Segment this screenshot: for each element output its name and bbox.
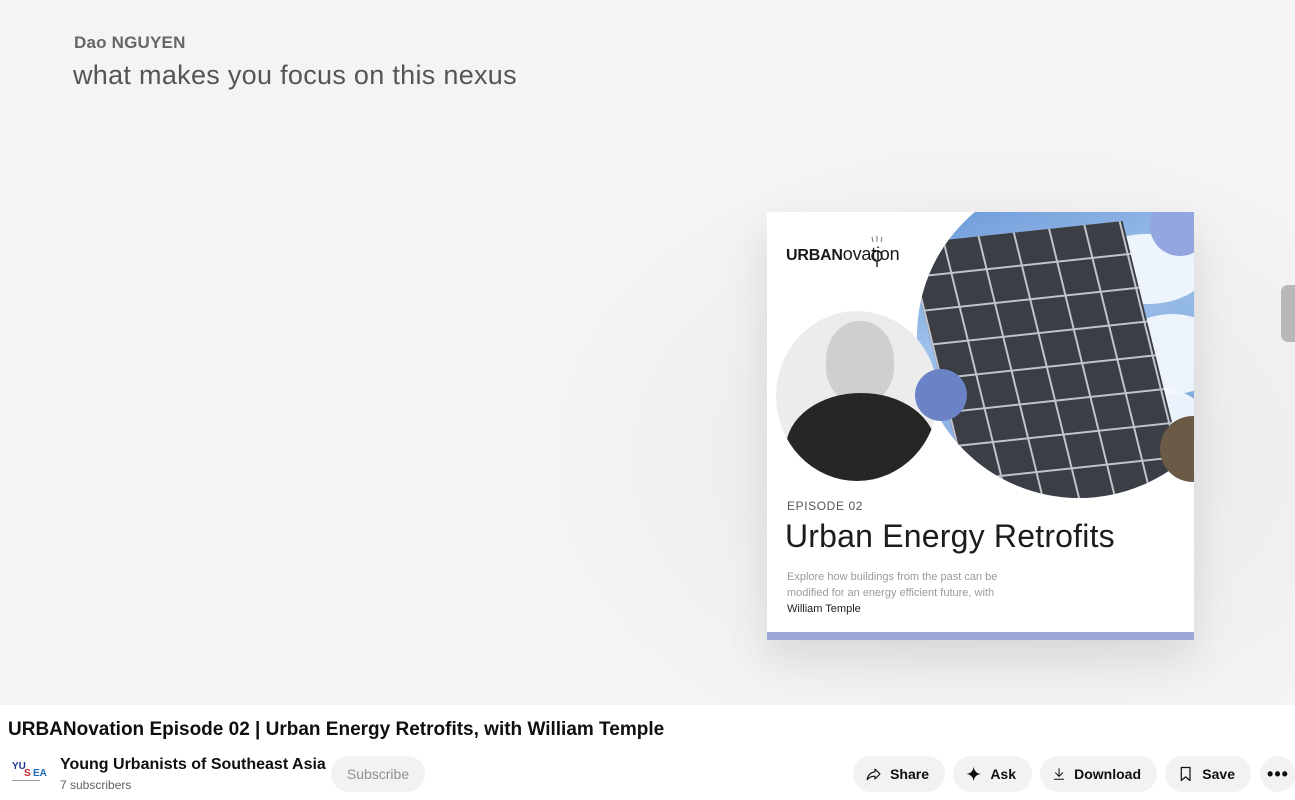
guest-portrait [776,311,938,481]
channel-name[interactable]: Young Urbanists of Southeast Asia [60,756,326,774]
lightbulb-icon [871,236,883,267]
share-icon [866,768,881,781]
caption-text: what makes you focus on this nexus [73,60,517,90]
episode-description: Explore how buildings from the past can … [787,571,998,615]
download-icon [1053,768,1065,780]
save-button[interactable]: Save [1165,756,1251,792]
sparkle-icon [966,766,981,782]
episode-cover-card: URBANovation EPISODE 02 Urban Energy Ret… [767,212,1194,640]
download-button[interactable]: Download [1040,756,1157,792]
solar-panel-photo [917,212,1194,498]
video-player[interactable]: Dao NGUYEN what makes you focus on this … [0,0,1295,705]
cover-accent-bar [767,632,1194,640]
more-actions-button[interactable]: ••• [1260,756,1295,792]
decor-circle-blue [915,369,967,421]
guest-name: William Temple [787,603,861,615]
episode-label: EPISODE 02 [787,499,864,513]
channel-avatar[interactable]: YU S EA [10,759,48,787]
subscribe-button[interactable]: Subscribe [331,756,425,792]
episode-title: Urban Energy Retrofits [785,518,1115,554]
bookmark-icon [1180,766,1191,782]
ask-button[interactable]: Ask [953,756,1032,792]
subscriber-count: 7 subscribers [60,778,132,792]
caption-speaker: Dao NGUYEN [74,33,186,52]
share-button[interactable]: Share [853,756,945,792]
video-title: URBANovation Episode 02 | Urban Energy R… [8,719,665,740]
side-panel-handle[interactable] [1281,285,1295,342]
